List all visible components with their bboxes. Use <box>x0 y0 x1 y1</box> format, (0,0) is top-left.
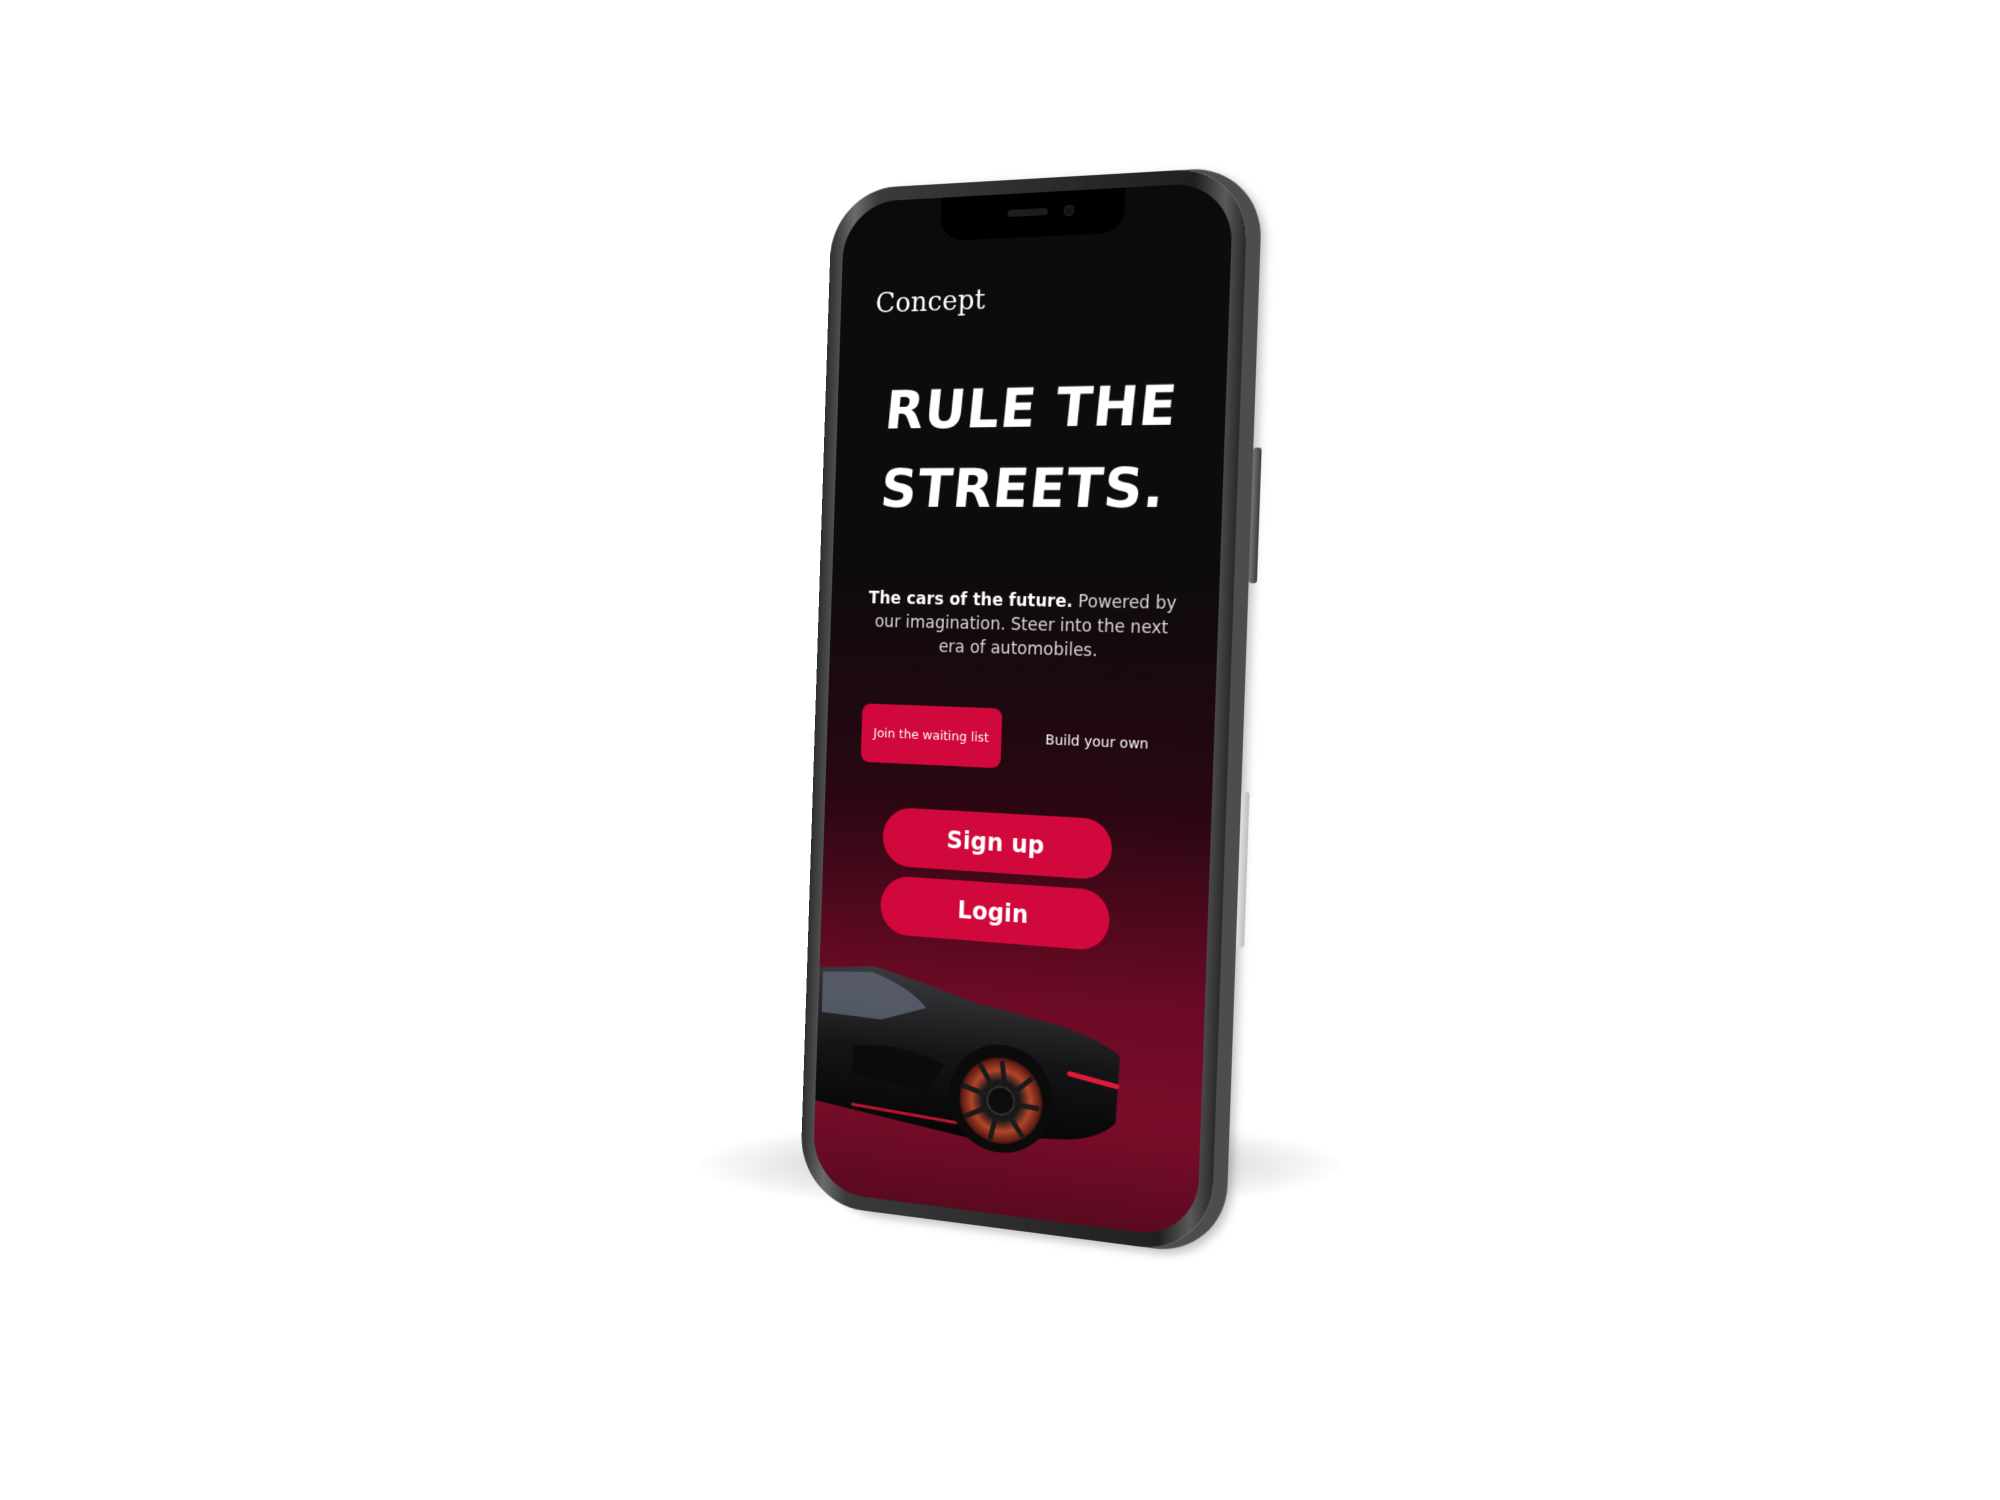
join-waitlist-button[interactable]: Join the waiting list <box>861 703 1003 768</box>
phone-mockup: Concept Rule the streets. The cars of th… <box>799 166 1248 1256</box>
cta-row: Join the waiting list Build your own <box>861 703 1184 777</box>
login-button[interactable]: Login <box>880 875 1111 952</box>
phone-side-rail <box>1236 791 1250 947</box>
brand-logo[interactable]: Concept <box>875 283 986 320</box>
speaker-grille <box>1007 208 1048 217</box>
sign-up-button[interactable]: Sign up <box>882 807 1113 881</box>
car-image <box>813 956 1142 1197</box>
hero-headline-line2: streets. <box>829 447 1224 530</box>
front-camera <box>1063 205 1074 217</box>
phone-side-button <box>1249 448 1262 584</box>
build-your-own-link[interactable]: Build your own <box>1045 732 1149 753</box>
phone-notch <box>940 188 1125 242</box>
app-screen: Concept Rule the streets. The cars of th… <box>812 182 1233 1240</box>
hero-headline: Rule the streets. <box>829 364 1233 530</box>
hero-headline-line1: Rule the <box>836 364 1233 451</box>
hero-subtitle: The cars of the future. Powered by our i… <box>862 587 1182 666</box>
hero-subtitle-bold: The cars of the future. <box>868 589 1073 612</box>
